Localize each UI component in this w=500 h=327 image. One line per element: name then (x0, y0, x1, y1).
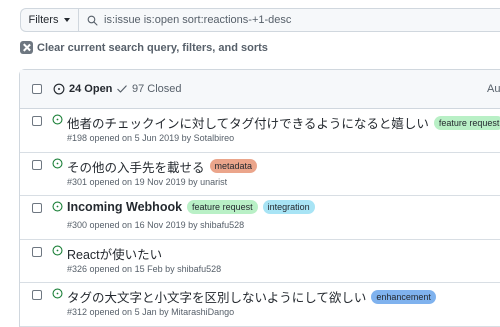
issue-label[interactable]: feature request (433, 115, 500, 130)
issue-title-link[interactable]: タグの大文字と小文字を区別しないようにして欲しい (67, 287, 366, 306)
clear-filters-link[interactable]: Clear current search query, filters, and… (20, 41, 268, 54)
clear-filters-label: Clear current search query, filters, and… (37, 41, 268, 54)
issue-title-line: 他者のチェックインに対してタグ付けできるようになると嬉しい feature req… (67, 113, 500, 132)
search-icon (87, 15, 98, 26)
issue-checkbox[interactable] (32, 290, 42, 301)
check-icon (117, 85, 127, 93)
issue-title-line: Reactが使いたい (67, 244, 162, 263)
issues-page: Filters is:issue is:open sort:reactions-… (0, 0, 500, 327)
issue-row: 他者のチェックインに対してタグ付けできるようになると嬉しい feature req… (20, 109, 500, 153)
issue-title-link[interactable]: Reactが使いたい (67, 244, 162, 263)
issue-opened-icon (53, 83, 65, 95)
issue-title-link[interactable]: 他者のチェックインに対してタグ付けできるようになると嬉しい (67, 113, 429, 132)
filters-label: Filters (28, 14, 59, 26)
issue-opened-icon (52, 288, 63, 299)
search-input[interactable]: is:issue is:open sort:reactions-+1-desc (78, 8, 500, 32)
issue-title-line: タグの大文字と小文字を区別しないようにして欲しい enhancement (67, 287, 436, 306)
issue-title-link[interactable]: その他の入手先を載せる (67, 157, 205, 176)
issue-opened-icon (52, 158, 63, 169)
issue-meta: #301 opened on 19 Nov 2019 by unarist (67, 176, 228, 187)
issue-row: タグの大文字と小文字を区別しないようにして欲しい enhancement #312 … (20, 283, 500, 327)
issue-opened-icon (52, 245, 63, 256)
issue-checkbox[interactable] (32, 159, 42, 170)
issue-label[interactable]: enhancement (371, 289, 436, 304)
issue-row: その他の入手先を載せる metadata #301 opened on 19 Nov… (20, 153, 500, 197)
issues-list: 24 Open 97 Closed Aut 他者のチェックインに対してタグ付けで… (19, 69, 500, 327)
select-all-checkbox[interactable] (32, 84, 42, 94)
issue-row: Reactが使いたい #326 opened on 15 Feb by shiba… (20, 240, 500, 284)
issue-label[interactable]: metadata (209, 159, 258, 174)
open-count: 24 Open (69, 83, 113, 95)
issue-meta: #326 opened on 15 Feb by shibafu528 (67, 263, 222, 274)
issue-meta: #312 opened on 5 Jan by MitarashiDango (67, 307, 235, 318)
issue-checkbox[interactable] (32, 116, 42, 126)
issues-list-header: 24 Open 97 Closed Aut (20, 70, 500, 109)
issue-row: Incoming Webhook feature request integrati… (20, 196, 500, 240)
issue-meta: #198 opened on 5 Jun 2019 by Sotalbireo (67, 133, 235, 143)
issue-meta: #300 opened on 16 Nov 2019 by shibafu528 (67, 220, 245, 231)
issue-title-line: その他の入手先を載せる metadata (67, 157, 258, 176)
issue-opened-icon (52, 114, 63, 125)
author-filter[interactable]: Aut (487, 83, 500, 95)
issue-opened-icon (52, 201, 63, 212)
open-issues-tab[interactable]: 24 Open (53, 83, 112, 95)
issue-checkbox[interactable] (32, 246, 42, 257)
issue-label[interactable]: integration (262, 200, 315, 215)
caret-down-icon (64, 18, 71, 22)
closed-count: 97 Closed (132, 83, 182, 95)
search-bar: Filters is:issue is:open sort:reactions-… (20, 8, 500, 32)
issue-checkbox[interactable] (32, 203, 42, 214)
search-query: is:issue is:open sort:reactions-+1-desc (104, 14, 292, 26)
filters-button[interactable]: Filters (20, 8, 78, 32)
issue-title-link[interactable]: Incoming Webhook (67, 200, 182, 214)
issue-title-line: Incoming Webhook feature request integrati… (67, 200, 315, 215)
closed-issues-tab[interactable]: 97 Closed (116, 83, 182, 95)
issue-label[interactable]: feature request (187, 200, 258, 215)
clear-icon (20, 41, 33, 54)
